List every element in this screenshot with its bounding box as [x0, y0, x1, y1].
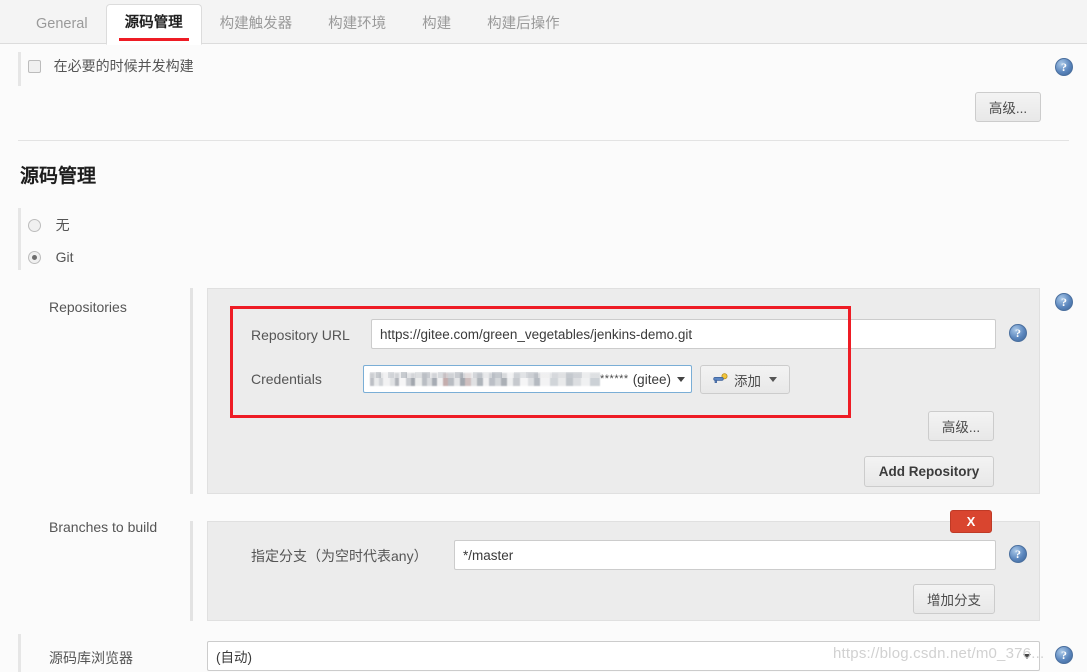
help-icon[interactable]: ?: [1055, 58, 1073, 76]
delete-branch-button[interactable]: X: [950, 510, 992, 533]
branch-specifier-value: */master: [463, 547, 514, 563]
branch-specifier-input[interactable]: */master: [454, 540, 996, 570]
credentials-masked-value-graphic: [370, 371, 600, 387]
repositories-label: Repositories: [49, 299, 127, 315]
advanced-button-general[interactable]: 高级...: [975, 92, 1041, 122]
config-tabbar: General 源码管理 构建触发器 构建环境 构建 构建后操作: [0, 0, 1087, 45]
concurrent-build-row: 在必要的时候并发构建: [28, 56, 194, 76]
help-icon[interactable]: ?: [1009, 545, 1027, 563]
scm-option-git-label: Git: [55, 249, 74, 265]
repository-browser-select[interactable]: (自动): [207, 641, 1040, 671]
section-divider: [18, 140, 1069, 141]
advanced-button-repositories[interactable]: 高级...: [928, 411, 994, 441]
branches-panel-accent-bar: [190, 521, 193, 621]
tab-list: General 源码管理 构建触发器 构建环境 构建 构建后操作: [0, 0, 1087, 45]
chevron-down-icon: [769, 377, 777, 382]
repository-url-value: https://gitee.com/green_vegetables/jenki…: [380, 326, 693, 342]
tab-build-environment-label: 构建环境: [328, 15, 387, 32]
concurrent-build-checkbox[interactable]: [28, 60, 41, 73]
radio-git[interactable]: [28, 251, 41, 264]
repository-browser-value: (自动): [216, 650, 252, 665]
credentials-masked-value: ******: [600, 373, 629, 385]
add-repository-button[interactable]: Add Repository: [864, 456, 994, 487]
tab-build-triggers-label: 构建触发器: [219, 15, 293, 32]
jenkins-job-config-page: General 源码管理 构建触发器 构建环境 构建 构建后操作 在必要的时候并…: [0, 0, 1087, 672]
scm-left-accent-bar: [18, 208, 21, 270]
repository-url-input[interactable]: https://gitee.com/green_vegetables/jenki…: [371, 319, 996, 349]
page-title: 源码管理: [20, 166, 97, 187]
chevron-down-icon: [677, 376, 685, 382]
credentials-label: Credentials: [251, 371, 322, 387]
branches-to-build-label: Branches to build: [49, 519, 158, 535]
credentials-select[interactable]: ****** (gitee): [363, 365, 692, 393]
tab-build[interactable]: 构建: [404, 6, 469, 44]
radio-none[interactable]: [28, 219, 41, 232]
help-icon[interactable]: ?: [1055, 646, 1073, 664]
repository-browser-label: 源码库浏览器: [49, 650, 133, 666]
add-credentials-label: 添加: [734, 373, 761, 389]
help-icon[interactable]: ?: [1009, 324, 1027, 342]
add-credentials-button[interactable]: 添加: [700, 365, 790, 394]
tab-active-underline: [118, 38, 189, 41]
tab-build-triggers[interactable]: 构建触发器: [202, 6, 311, 44]
key-icon: [713, 372, 728, 387]
row-left-accent-bar: [18, 52, 21, 86]
tab-build-label: 构建: [422, 15, 452, 32]
chevron-down-icon: [1023, 653, 1031, 659]
tab-post-build-actions-label: 构建后操作: [487, 15, 560, 32]
scm-option-git[interactable]: Git: [28, 249, 74, 265]
tab-general-label: General: [36, 15, 88, 32]
add-branch-button[interactable]: 增加分支: [913, 584, 995, 614]
branch-specifier-label: 指定分支（为空时代表any）: [251, 548, 428, 564]
tab-post-build-actions[interactable]: 构建后操作: [469, 6, 578, 44]
browser-left-accent-bar: [18, 634, 21, 672]
tab-build-environment[interactable]: 构建环境: [310, 6, 404, 44]
scm-option-none-label: 无: [55, 217, 70, 233]
tab-source-code-management-label: 源码管理: [124, 14, 183, 31]
scm-option-none[interactable]: 无: [28, 215, 70, 235]
credentials-suffix: (gitee): [632, 371, 671, 387]
help-icon[interactable]: ?: [1055, 293, 1073, 311]
tab-source-code-management[interactable]: 源码管理: [105, 3, 202, 45]
repository-url-label: Repository URL: [251, 327, 350, 343]
concurrent-build-label: 在必要的时候并发构建: [53, 58, 194, 74]
repositories-panel-accent-bar: [190, 288, 193, 494]
tab-general[interactable]: General: [18, 6, 106, 44]
